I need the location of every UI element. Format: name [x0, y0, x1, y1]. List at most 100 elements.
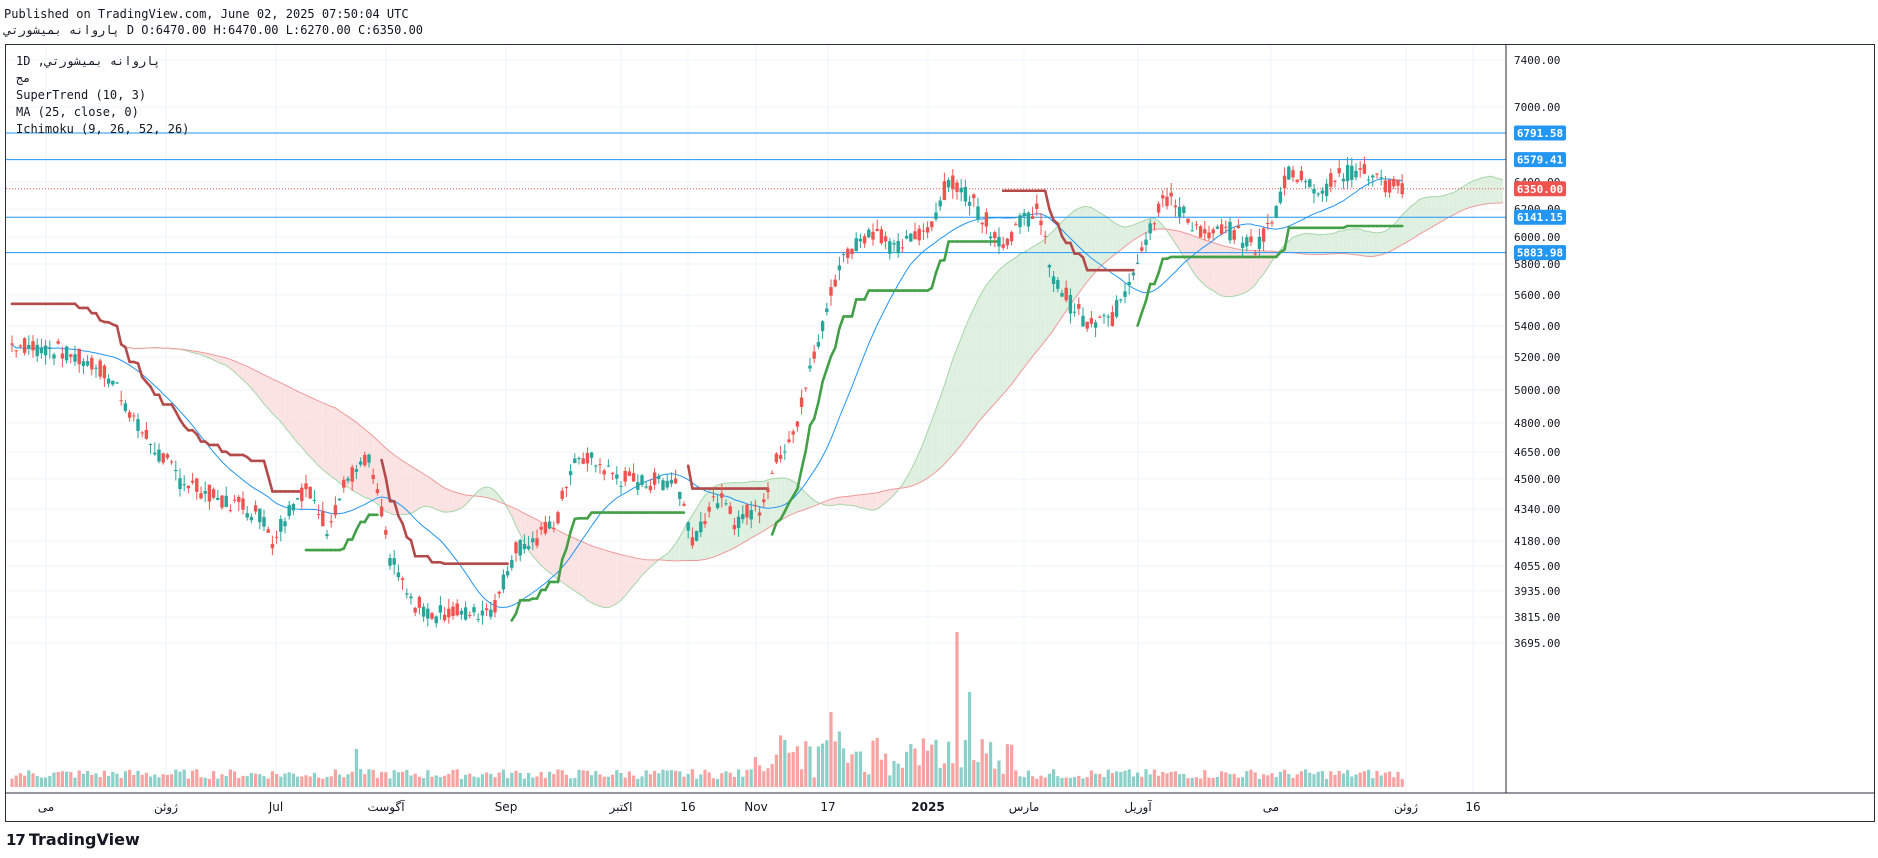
cloud-segment — [1477, 177, 1482, 206]
volume-bar — [14, 775, 18, 787]
candle-body — [732, 525, 737, 530]
cloud-segment — [1028, 246, 1033, 362]
cloud-segment — [1498, 178, 1503, 204]
legend-supertrend[interactable]: SuperTrend (10, 3) — [16, 87, 189, 104]
volume-bar — [569, 778, 573, 787]
volume-bar — [1220, 771, 1224, 787]
supertrend-seg — [149, 385, 157, 397]
volume-bar — [863, 771, 867, 787]
candle-body — [438, 605, 443, 613]
volume-bar — [132, 774, 136, 787]
candle-body — [627, 471, 632, 476]
candle-body — [1169, 192, 1173, 197]
price-label-6141.15: 6141.15 — [1517, 211, 1563, 224]
candle-body — [581, 458, 585, 464]
volume-bar — [955, 632, 959, 787]
cloud-segment — [272, 378, 277, 418]
y-tick-label: 4650.00 — [1514, 446, 1560, 459]
cloud-segment — [1003, 262, 1008, 395]
candle-body — [98, 360, 102, 377]
volume-bar — [871, 740, 875, 787]
volume-bar — [1157, 775, 1161, 787]
cloud-segment — [612, 552, 617, 606]
cloud-span-b — [120, 202, 1504, 562]
candle-body — [140, 432, 144, 434]
candle-body — [573, 458, 577, 464]
candle-body — [934, 212, 938, 220]
cloud-segment — [293, 389, 298, 443]
volume-bar — [900, 767, 904, 787]
candle-body — [867, 229, 871, 238]
volume-bar — [690, 769, 694, 787]
legend-ma[interactable]: MA (25, close, 0) — [16, 104, 189, 121]
volume-bar — [632, 775, 636, 787]
legend-ichimoku[interactable]: Ichimoku (9, 26, 52, 26) — [16, 121, 189, 138]
cloud-segment — [961, 326, 966, 445]
candle-body — [216, 497, 220, 500]
volume-bar — [1207, 777, 1211, 787]
candle-body — [552, 527, 556, 529]
candle-body — [1039, 220, 1043, 226]
candle-body — [665, 480, 669, 488]
cloud-segment — [1360, 229, 1365, 257]
candle-body — [1026, 212, 1031, 227]
candle-body — [190, 480, 195, 483]
volume-bar — [346, 774, 350, 787]
supertrend-seg — [262, 459, 270, 478]
y-tick-label: 3815.00 — [1514, 611, 1560, 624]
volume-bar — [543, 777, 547, 787]
volume-bar — [1110, 773, 1114, 787]
legend-symbol[interactable]: 1D ,پاروانه بمیشورتي — [16, 53, 189, 70]
candle-body — [690, 537, 695, 546]
candle-body — [60, 353, 65, 359]
volume-bar — [203, 777, 207, 787]
cloud-segment — [1440, 195, 1445, 223]
candle-body — [619, 485, 623, 487]
x-tick-label: Nov — [744, 800, 767, 814]
volume-bar — [270, 771, 274, 787]
candle-body — [833, 279, 837, 287]
candle-body — [342, 479, 346, 488]
cloud-segment — [978, 291, 983, 423]
candle-body — [636, 482, 640, 490]
cloud-segment — [1494, 177, 1499, 204]
supertrend-seg — [686, 464, 694, 490]
candle-body — [682, 503, 686, 506]
x-tick-label: 16 — [680, 800, 695, 814]
volume-bar — [1018, 776, 1022, 787]
cloud-segment — [1389, 225, 1394, 252]
volume-bar — [997, 760, 1001, 787]
candle-body — [447, 608, 451, 618]
volume-bar — [1140, 776, 1144, 787]
candle-body — [1236, 225, 1241, 229]
candle-body — [363, 454, 367, 466]
candle-body — [1333, 180, 1337, 182]
price-label-5883.98: 5883.98 — [1517, 247, 1563, 260]
volume-bar — [753, 757, 757, 787]
cloud-segment — [1414, 199, 1419, 238]
volume-bar — [1371, 778, 1375, 787]
volume-bar — [947, 741, 951, 787]
volume-bar — [921, 738, 925, 787]
candle-body — [728, 506, 732, 514]
cloud-segment — [772, 478, 777, 526]
cloud-segment — [738, 482, 743, 546]
price-label-6579.41: 6579.41 — [1517, 154, 1564, 167]
cloud-segment — [713, 484, 718, 558]
candle-body — [757, 512, 762, 516]
volume-bar — [657, 773, 661, 787]
volume-bar — [804, 741, 808, 787]
candle-body — [1383, 180, 1388, 193]
candle-body — [606, 465, 611, 467]
volume-bar — [707, 772, 711, 787]
chart-frame[interactable]: 7400.007000.006400.006200.006000.005800.… — [5, 44, 1875, 822]
volume-bar — [1341, 773, 1345, 787]
candle-body — [1156, 203, 1161, 213]
candle-body — [1308, 179, 1312, 187]
candle-body — [144, 429, 149, 439]
candle-body — [1022, 212, 1026, 216]
volume-bar — [325, 776, 329, 787]
price-chart-svg[interactable]: 7400.007000.006400.006200.006000.005800.… — [6, 45, 1874, 821]
candle-body — [589, 452, 594, 458]
volume-bar — [443, 775, 447, 787]
